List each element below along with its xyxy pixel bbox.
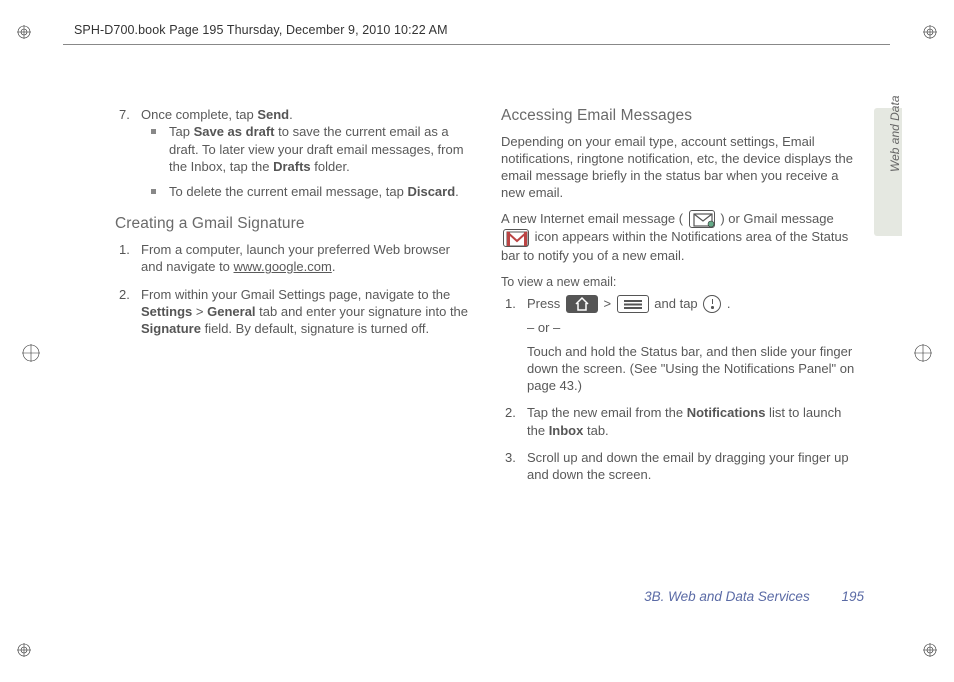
section-heading: Accessing Email Messages	[501, 106, 861, 127]
step-item: 2.From within your Gmail Settings page, …	[131, 286, 475, 338]
body-text: A new Internet email message ( ) or Gmai…	[501, 210, 861, 264]
bullet-item: Tap Save as draft to save the current em…	[161, 123, 475, 175]
crop-mark-icon	[17, 25, 31, 39]
page-header: SPH-D700.book Page 195 Thursday, Decembe…	[74, 23, 448, 37]
body-text: Touch and hold the Status bar, and then …	[527, 343, 861, 395]
crop-mark-icon	[923, 643, 937, 657]
body-text: >	[600, 296, 615, 311]
body-text: folder.	[311, 159, 350, 174]
step-number: 7.	[119, 106, 130, 123]
right-column: Accessing Email Messages Depending on yo…	[501, 106, 861, 494]
separator-text: – or –	[527, 319, 861, 336]
body-text: .	[289, 107, 293, 122]
step-number: 1.	[505, 295, 516, 312]
body-text: .	[455, 184, 459, 199]
gmail-icon	[503, 229, 529, 247]
step-item: 7. Once complete, tap Send. Tap Save as …	[131, 106, 475, 200]
menu-key-icon	[617, 295, 649, 313]
section-heading: Creating a Gmail Signature	[115, 214, 475, 235]
body-text: >	[192, 304, 207, 319]
ui-label: Send	[257, 107, 289, 122]
body-text: From within your Gmail Settings page, na…	[141, 287, 450, 302]
body-text: To delete the current email message, tap	[169, 184, 407, 199]
body-text: .	[723, 296, 730, 311]
notification-icon	[703, 295, 721, 313]
body-text: ) or Gmail message	[717, 211, 834, 226]
step-item: 1.From a computer, launch your preferred…	[131, 241, 475, 276]
body-text: Scroll up and down the email by dragging…	[527, 450, 849, 482]
left-column: 7. Once complete, tap Send. Tap Save as …	[115, 106, 475, 494]
bullet-item: To delete the current email message, tap…	[161, 183, 475, 200]
footer-section: 3B. Web and Data Services	[644, 589, 810, 604]
page-number: 195	[841, 589, 864, 604]
body-text: .	[332, 259, 336, 274]
step-item: 2.Tap the new email from the Notificatio…	[517, 404, 861, 439]
step-number: 1.	[119, 241, 130, 258]
body-text: tab.	[583, 423, 608, 438]
page-footer: 3B. Web and Data Services 195	[644, 589, 864, 604]
body-text: icon appears within the Notifications ar…	[501, 229, 848, 263]
body-text: Tap	[169, 124, 194, 139]
thumb-tab: Web and Data	[874, 108, 902, 236]
header-rule	[63, 44, 890, 45]
ui-label: Inbox	[549, 423, 584, 438]
crop-mark-icon	[17, 643, 31, 657]
link-text: www.google.com	[234, 259, 332, 274]
crop-mark-icon	[923, 25, 937, 39]
step-number: 2.	[119, 286, 130, 303]
thumb-tab-label: Web and Data	[888, 96, 902, 173]
body-text: Press	[527, 296, 564, 311]
sub-heading: To view a new email:	[501, 274, 861, 291]
ui-label: General	[207, 304, 255, 319]
email-icon	[689, 210, 715, 228]
page-content: 7. Once complete, tap Send. Tap Save as …	[115, 106, 870, 494]
home-key-icon	[566, 295, 598, 313]
step-number: 3.	[505, 449, 516, 466]
ui-label: Settings	[141, 304, 192, 319]
registration-mark-icon	[914, 344, 932, 362]
body-text: A new Internet email message (	[501, 211, 687, 226]
ui-label: Save as draft	[194, 124, 275, 139]
body-text: Depending on your email type, account se…	[501, 133, 861, 202]
step-number: 2.	[505, 404, 516, 421]
registration-mark-icon	[22, 344, 40, 362]
step-item: 1. Press > and tap . – or – Touch and ho…	[517, 295, 861, 395]
body-text: tab and enter your signature into the	[256, 304, 468, 319]
ui-label: Discard	[407, 184, 455, 199]
ui-label: Drafts	[273, 159, 311, 174]
body-text: Once complete, tap	[141, 107, 257, 122]
body-text: field. By default, signature is turned o…	[201, 321, 429, 336]
step-item: 3.Scroll up and down the email by draggi…	[517, 449, 861, 484]
body-text: and tap	[651, 296, 702, 311]
ui-label: Signature	[141, 321, 201, 336]
body-text: Tap the new email from the	[527, 405, 687, 420]
ui-label: Notifications	[687, 405, 766, 420]
